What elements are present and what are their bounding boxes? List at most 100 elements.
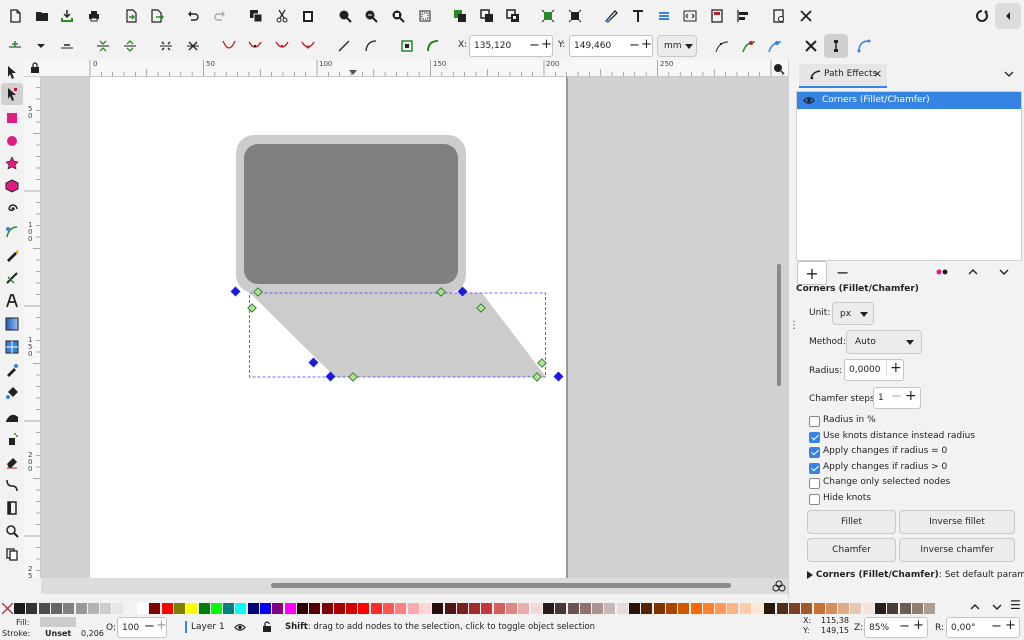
selector-tool-icon[interactable] (5, 65, 19, 79)
x-minus-icon[interactable]: − (529, 38, 540, 53)
text-font-icon[interactable] (631, 9, 645, 23)
palette-swatch[interactable] (137, 603, 148, 614)
palette-swatch[interactable] (592, 603, 604, 614)
palette-swatch[interactable] (801, 603, 813, 614)
duplicate-effect-icon[interactable] (936, 269, 948, 275)
palette-swatch[interactable] (813, 603, 825, 614)
palette-swatch[interactable] (862, 603, 874, 614)
palette-swatch[interactable] (63, 603, 75, 614)
connector-tool-icon[interactable] (5, 478, 19, 492)
palette-swatch[interactable] (260, 603, 271, 614)
stroke-to-path-icon[interactable] (426, 39, 440, 53)
tweak-tool-icon[interactable] (5, 409, 19, 423)
y-plus-icon[interactable]: + (641, 37, 652, 52)
panel-handle-icon[interactable]: ⋮ (789, 320, 799, 334)
rotate-plus-icon[interactable]: + (1005, 618, 1016, 633)
paste-icon[interactable] (301, 9, 315, 23)
option-label[interactable]: Hide knots (823, 493, 871, 503)
tab-path-effects[interactable]: Path Effects × (799, 64, 887, 88)
star-tool-icon[interactable] (5, 156, 19, 170)
palette-swatch[interactable] (419, 603, 431, 614)
palette-menu-icon[interactable]: ☰ (1010, 598, 1022, 614)
palette-swatch[interactable] (112, 603, 124, 614)
layer-lock-icon[interactable] (262, 621, 272, 633)
option-label[interactable]: Apply changes if radius > 0 (823, 462, 947, 472)
palette-swatch[interactable] (776, 603, 788, 614)
palette-swatch[interactable] (764, 603, 776, 614)
fillet-button[interactable]: Fillet (807, 510, 896, 534)
selection-to-guides-icon[interactable] (541, 9, 555, 23)
zoom-correction-icon[interactable] (771, 61, 787, 76)
move-down-icon[interactable] (999, 268, 1009, 276)
preferences-icon[interactable] (772, 9, 786, 23)
palette-swatch[interactable] (702, 603, 714, 614)
rotate-field[interactable]: 0,00° − + (946, 617, 1020, 638)
show-handles-icon[interactable] (715, 39, 729, 53)
trapezoid-shape[interactable] (250, 293, 546, 377)
pencil-tool-icon[interactable] (5, 248, 19, 262)
palette-swatch[interactable] (911, 603, 923, 614)
dropper-tool-icon[interactable] (5, 363, 19, 377)
zoom-tool-icon[interactable] (5, 524, 19, 538)
palette-swatch[interactable] (296, 603, 308, 614)
save-icon[interactable] (60, 9, 74, 23)
palette-swatch[interactable] (407, 603, 419, 614)
eraser-tool-icon[interactable] (5, 455, 19, 469)
palette-swatch[interactable] (469, 603, 481, 614)
no-paint-swatch-icon[interactable] (1, 602, 14, 615)
palette-swatch[interactable] (555, 603, 567, 614)
x-coord-field[interactable]: 135,120 − + (469, 35, 553, 57)
chamfer-steps-minus-icon[interactable]: − (891, 389, 902, 404)
palette-swatch[interactable] (75, 603, 87, 614)
y-coord-field[interactable]: 149,460 − + (569, 35, 653, 57)
inverse-fillet-button[interactable]: Inverse fillet (899, 510, 1015, 534)
node-smooth-icon[interactable] (248, 39, 262, 53)
palette-swatch[interactable] (198, 603, 210, 614)
palette-swatch[interactable] (493, 603, 505, 614)
xml-editor-icon[interactable] (683, 9, 697, 23)
open-folder-icon[interactable] (35, 9, 49, 23)
palette-swatch[interactable] (149, 603, 161, 614)
palette-swatch[interactable] (346, 603, 358, 614)
document-properties-icon[interactable] (710, 9, 724, 23)
palette-swatch[interactable] (924, 603, 936, 614)
palette-swatch[interactable] (309, 603, 321, 614)
option-checkbox[interactable] (809, 447, 820, 458)
eye-visible-icon[interactable] (803, 96, 815, 105)
panel-menu-chevron-icon[interactable] (1003, 68, 1015, 80)
text-tool-icon[interactable] (5, 294, 19, 308)
palette-swatch[interactable] (899, 603, 911, 614)
palette-swatch[interactable] (678, 603, 690, 614)
object-to-path-icon[interactable] (568, 9, 582, 23)
palette-swatch[interactable] (653, 603, 665, 614)
segment-line-icon[interactable] (337, 39, 351, 53)
palette-scroll-down-icon[interactable] (992, 603, 1002, 611)
undo-icon[interactable] (186, 9, 200, 23)
palette-swatch[interactable] (665, 603, 677, 614)
zoom-drawing-icon[interactable] (364, 9, 378, 23)
fill-stroke-icon[interactable] (604, 9, 618, 23)
pen-tool-icon[interactable] (5, 225, 19, 239)
zoom-fit-icon[interactable] (418, 9, 432, 23)
palette-swatch[interactable] (186, 603, 198, 614)
palette-swatch[interactable] (38, 603, 50, 614)
opacity-field[interactable]: 100 − + (117, 617, 167, 638)
palette-swatch[interactable] (579, 603, 591, 614)
palette-swatch[interactable] (690, 603, 702, 614)
pages-tool-icon[interactable] (5, 501, 19, 515)
chamfer-steps-plus-icon[interactable]: + (905, 388, 917, 404)
move-up-icon[interactable] (968, 268, 978, 276)
palette-swatch[interactable] (321, 603, 333, 614)
palette-swatch[interactable] (567, 603, 579, 614)
layer-name[interactable]: Layer 1 (191, 622, 225, 632)
palette-swatch[interactable] (210, 603, 222, 614)
radius-plus-icon[interactable]: + (886, 360, 902, 376)
show-path-outline-button[interactable] (824, 34, 848, 58)
palette-swatch[interactable] (530, 603, 542, 614)
x-plus-icon[interactable]: + (541, 37, 552, 52)
calligraphy-tool-icon[interactable] (5, 271, 19, 285)
path-effect-shortcut-icon[interactable] (857, 39, 871, 53)
node-auto-icon[interactable] (301, 39, 315, 53)
ellipse-tool-icon[interactable] (5, 134, 19, 148)
option-label[interactable]: Apply changes if radius = 0 (823, 446, 947, 456)
